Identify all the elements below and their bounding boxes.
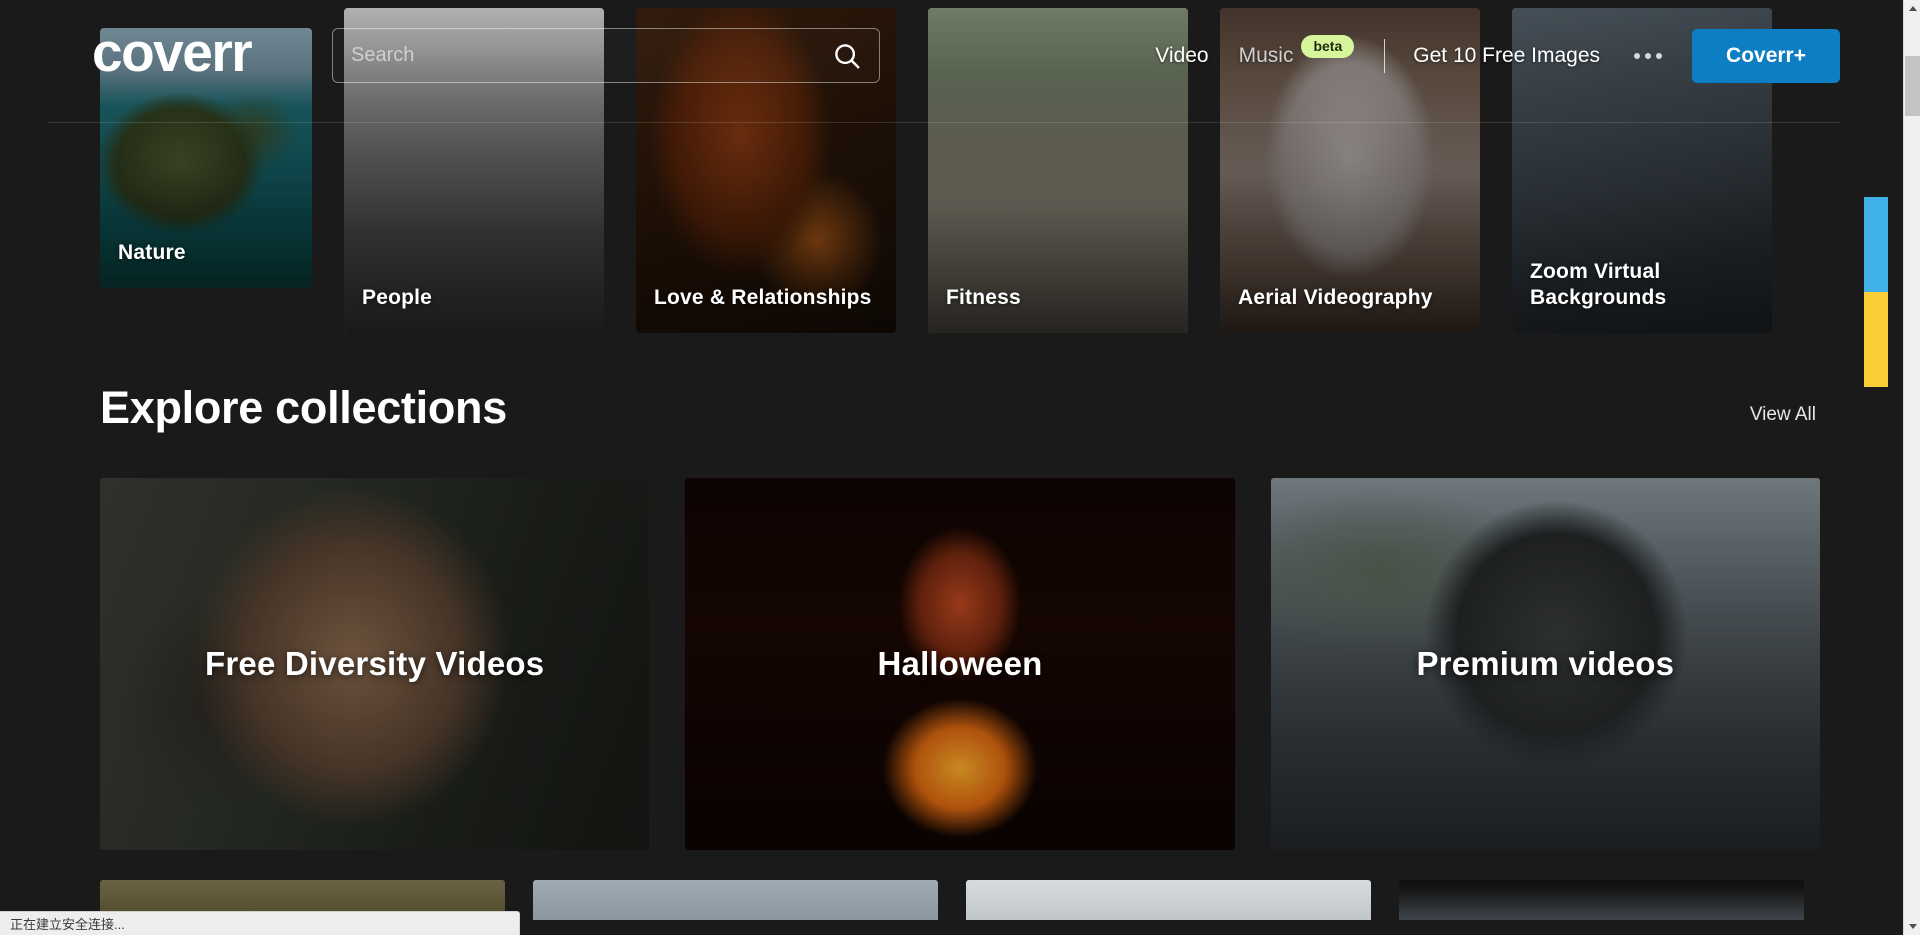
page-position-markers: [1864, 197, 1888, 387]
logo-wordmark: coverr: [92, 20, 253, 83]
collection-title: Halloween: [877, 645, 1043, 682]
collection-card-partial[interactable]: [966, 880, 1371, 920]
category-label: Love & Relationships: [654, 285, 872, 309]
vertical-scrollbar[interactable]: [1903, 0, 1920, 935]
status-bar: 正在建立安全连接...: [0, 911, 520, 935]
nav-item-video[interactable]: Video: [1155, 44, 1208, 68]
status-text: 正在建立安全连接...: [10, 917, 125, 932]
marker-blue: [1864, 197, 1888, 292]
collection-card[interactable]: Free Diversity Videos: [100, 478, 650, 850]
view-all-link[interactable]: View All: [1750, 404, 1816, 430]
header-nav: Video Music beta Get 10 Free Images Cove…: [1155, 28, 1840, 84]
nav-item-music[interactable]: Music: [1239, 44, 1294, 68]
nav-divider: [1384, 39, 1386, 73]
collection-card-partial[interactable]: [1399, 880, 1804, 920]
search-bar[interactable]: [332, 28, 880, 83]
collections-grid: Free Diversity Videos Halloween Premium vi…: [100, 478, 1820, 850]
explore-collections-header: Explore collections View All: [100, 385, 1816, 430]
search-button[interactable]: [815, 29, 879, 82]
collection-title: Free Diversity Videos: [205, 645, 545, 682]
collection-title: Premium videos: [1416, 645, 1675, 682]
collection-card[interactable]: Halloween: [685, 478, 1235, 850]
category-label: Nature: [118, 240, 186, 264]
search-input[interactable]: [333, 29, 815, 82]
header-divider-rule: [48, 122, 1840, 123]
category-label: Zoom Virtual Backgrounds: [1530, 259, 1667, 309]
collection-card[interactable]: Premium videos: [1270, 478, 1820, 850]
page-title: Explore collections: [100, 382, 507, 433]
search-icon: [835, 43, 860, 68]
beta-badge: beta: [1301, 34, 1355, 58]
category-label: Fitness: [946, 285, 1021, 309]
scrollbar-thumb[interactable]: [1905, 56, 1920, 116]
ellipsis-icon[interactable]: [1630, 47, 1666, 65]
coverr-plus-button[interactable]: Coverr+: [1692, 29, 1840, 83]
nav-item-free-images[interactable]: Get 10 Free Images: [1413, 44, 1600, 68]
category-label: Aerial Videography: [1238, 285, 1433, 309]
site-header: coverr Video Music beta Get 1: [0, 0, 1888, 100]
collection-card-partial[interactable]: [533, 880, 938, 920]
nav-item-music-wrap: Music beta: [1239, 34, 1355, 68]
marker-yellow: [1864, 292, 1888, 387]
category-label: People: [362, 285, 433, 309]
page-content: Nature People Love & Relationships Fitness A…: [0, 0, 1888, 920]
coverr-logo[interactable]: coverr: [48, 20, 253, 83]
scroll-up-arrow-icon[interactable]: [1904, 0, 1920, 17]
browser-viewport: Nature People Love & Relationships Fitness A…: [0, 0, 1920, 935]
rainbow-arc-icon: [48, 30, 82, 74]
scroll-down-arrow-icon[interactable]: [1904, 918, 1920, 935]
